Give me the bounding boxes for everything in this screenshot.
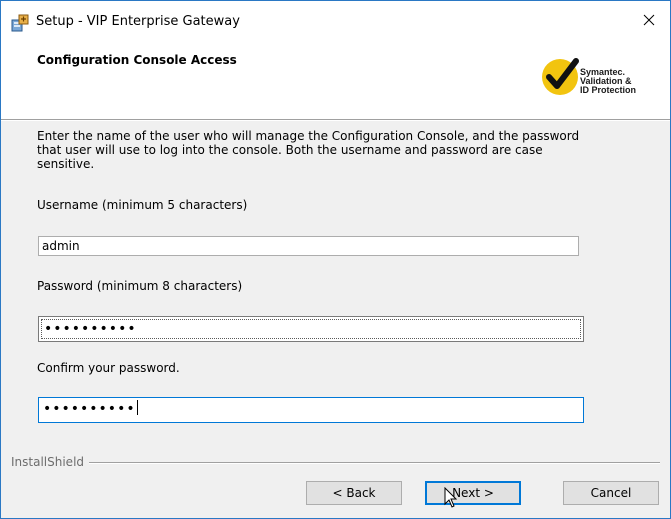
close-button[interactable]: [634, 8, 664, 34]
header-panel: Configuration Console Access Symantec. V…: [1, 41, 670, 119]
instructions-text: Enter the name of the user who will mana…: [37, 129, 580, 171]
back-button[interactable]: < Back: [306, 481, 402, 505]
form-content: Enter the name of the user who will mana…: [1, 121, 670, 451]
window-title: Setup - VIP Enterprise Gateway: [36, 14, 240, 29]
brand-text: Symantec. Validation & ID Protection: [580, 68, 636, 95]
brand-line-3: ID Protection: [580, 85, 637, 95]
confirm-password-inner: ••••••••••: [41, 400, 581, 420]
setup-window: Setup - VIP Enterprise Gateway Configura…: [0, 0, 671, 519]
page-title: Configuration Console Access: [37, 53, 237, 67]
text-caret: [136, 400, 138, 415]
username-label: Username (minimum 5 characters): [37, 198, 248, 212]
installshield-divider: InstallShield: [1, 455, 670, 469]
setup-app-icon: [11, 14, 29, 32]
confirm-password-field[interactable]: ••••••••••: [38, 397, 584, 423]
password-label: Password (minimum 8 characters): [37, 279, 243, 293]
password-value: ••••••••••: [41, 319, 581, 339]
username-field[interactable]: admin: [38, 236, 579, 256]
symantec-vip-logo: Symantec. Validation & ID Protection: [539, 55, 663, 105]
installshield-line-highlight: [11, 463, 660, 464]
confirm-password-value: ••••••••••: [43, 401, 136, 417]
close-icon: [643, 14, 655, 29]
cancel-button[interactable]: Cancel: [563, 481, 659, 505]
installshield-label: InstallShield: [11, 455, 90, 469]
mouse-pointer-icon: [444, 487, 458, 508]
next-button[interactable]: Next >: [425, 481, 521, 505]
password-field[interactable]: ••••••••••: [38, 316, 584, 342]
title-bar[interactable]: Setup - VIP Enterprise Gateway: [1, 1, 670, 41]
confirm-password-label: Confirm your password.: [37, 361, 180, 375]
symantec-check-icon: [542, 58, 579, 95]
